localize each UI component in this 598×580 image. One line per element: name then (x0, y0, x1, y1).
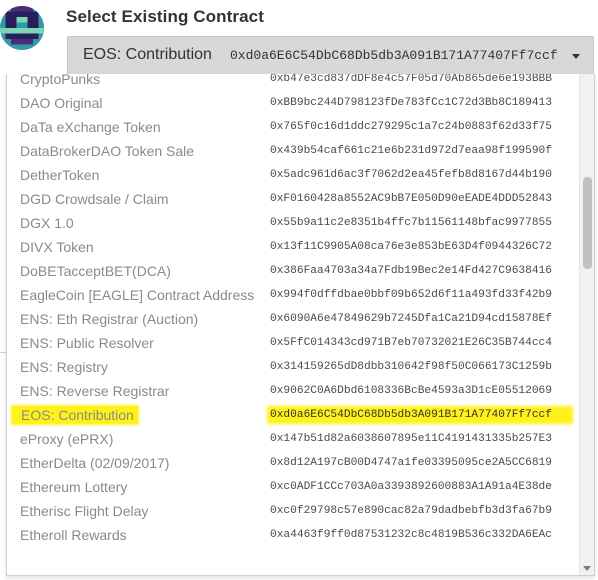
page-title: Select Existing Contract (66, 7, 264, 26)
contract-address: 0x13f11C9905A08ca76e3e853bE63D4f0944326C… (270, 241, 552, 253)
contract-name: EagleCoin [EAGLE] Contract Address (20, 287, 255, 303)
list-item[interactable]: DetherToken 0x5adc961d6ac3f7062d2ea45fef… (7, 164, 579, 188)
list-item[interactable]: Etherisc Flight Delay 0xc0f29798c57e890c… (7, 500, 579, 524)
list-item[interactable] (7, 548, 579, 572)
contract-address: 0x5adc961d6ac3f7062d2ea45fefb8d8167d44b1… (270, 169, 552, 181)
contract-address: 0x439b54caf661c21e6b231d972d7eaa98f19959… (270, 145, 552, 157)
contract-name: eProxy (ePRX) (20, 431, 114, 447)
list-item[interactable]: DIVX Token 0x13f11C9905A08ca76e3e853bE63… (7, 236, 579, 260)
list-item[interactable]: DAO Original 0xBB9bc244D798123fDe783fCc1… (7, 92, 579, 116)
contract-name: ENS: Public Resolver (20, 335, 154, 351)
list-item[interactable]: EtherDelta (02/09/2017) 0x8d12A197cB00D4… (7, 452, 579, 476)
contract-address: 0x147b51d82a6038607895e11C4191431335b257… (270, 433, 552, 445)
scrollbar-thumb[interactable] (583, 177, 592, 269)
list-item[interactable]: CryptoPunks 0xb47e3cd837dDF8e4c57F05d70A… (7, 74, 579, 92)
contract-name: DetherToken (20, 167, 100, 183)
contract-name: DaTa eXchange Token (20, 119, 161, 135)
list-item[interactable]: DaTa eXchange Token 0x765f0c16d1ddc27929… (7, 116, 579, 140)
avatar (0, 6, 44, 50)
caret-down-icon[interactable] (572, 54, 580, 59)
contract-name: Etherisc Flight Delay (20, 503, 149, 519)
contract-address: 0x6090A6e47849629b7245Dfa1Ca21D94cd15878… (270, 313, 552, 325)
list-item[interactable]: ENS: Eth Registrar (Auction) 0x6090A6e47… (7, 308, 579, 332)
list-item[interactable]: DoBETacceptBET(DCA) 0x386Faa4703a34a7Fdb… (7, 260, 579, 284)
contract-address: 0x5FfC014343cd971B7eb70732021E26C35B744c… (270, 337, 552, 349)
contract-address: 0xF0160428a8552AC9bB7E050D90eEADE4DDD528… (270, 193, 552, 205)
list-item-highlighted[interactable]: EOS: Contribution 0xd0a6E6C54DbC68Db5db3… (7, 404, 579, 428)
list-item[interactable]: ENS: Registry 0x314159265dD8dbb310642f98… (7, 356, 579, 380)
contract-name: CryptoPunks (20, 74, 101, 87)
contract-dropdown-list[interactable]: CryptoPunks 0xb47e3cd837dDF8e4c57F05d70A… (6, 74, 595, 576)
contract-address: 0xb47e3cd837dDF8e4c57F05d70Ab865de6e193B… (270, 74, 552, 85)
list-item[interactable]: DGD Crowdsale / Claim 0xF0160428a8552AC9… (7, 188, 579, 212)
contract-options: CryptoPunks 0xb47e3cd837dDF8e4c57F05d70A… (7, 74, 579, 572)
contract-address: 0xBB9bc244D798123fDe783fCc1C72d3Bb8C1894… (270, 97, 552, 109)
contract-address: 0x386Faa4703a34a7Fdb19Bec2e14Fd427C96384… (270, 265, 552, 277)
scrollbar[interactable] (579, 74, 594, 575)
contract-select[interactable]: EOS: Contribution 0xd0a6E6C54DbC68Db5db3… (67, 36, 594, 74)
list-item[interactable]: DataBrokerDAO Token Sale 0x439b54caf661c… (7, 140, 579, 164)
list-item[interactable]: Ethereum Lottery 0xc0ADF1CCc703A0a339389… (7, 476, 579, 500)
list-item[interactable]: EagleCoin [EAGLE] Contract Address 0x994… (7, 284, 579, 308)
contract-name: Ethereum Lottery (20, 479, 128, 495)
contract-address: 0x55b9a11c2e8351b4ffc7b11561148bfac99778… (270, 217, 552, 229)
list-item[interactable]: eProxy (ePRX) 0x147b51d82a6038607895e11C… (7, 428, 579, 452)
contract-address: 0xc0f29798c57e890cac82a79dadbebfb3d3fa67… (270, 505, 552, 517)
selected-contract-name: EOS: Contribution (83, 46, 212, 63)
contract-address: 0x9062C0A6Dbd6108336BcBe4593a3D1cE055120… (270, 385, 552, 397)
contract-address: 0xd0a6E6C54DbC68Db5db3A091B171A77407Ff7c… (270, 409, 570, 421)
contract-name: DAO Original (20, 95, 103, 111)
contract-name: DGX 1.0 (20, 215, 74, 231)
contract-address: 0xa4463f9ff0d87531232c8c4819B536c332DA6E… (270, 529, 552, 541)
contract-name: ENS: Reverse Registrar (20, 383, 170, 399)
contract-address: 0x994f0dffdbae0bbf09b652d6f11a493fd33f42… (270, 289, 552, 301)
contract-name: DGD Crowdsale / Claim (20, 191, 169, 207)
contract-name: EOS: Contribution (13, 407, 137, 423)
list-item[interactable]: Etheroll Rewards 0xa4463f9ff0d87531232c8… (7, 524, 579, 548)
contract-name: DataBrokerDAO Token Sale (20, 143, 195, 159)
selected-contract-address: 0xd0a6E6C54DbC68Db5db3A091B171A77407Ff7c… (230, 48, 558, 63)
contract-name: Etheroll Rewards (20, 527, 127, 543)
contract-name: DIVX Token (20, 239, 94, 255)
contract-name: DoBETacceptBET(DCA) (20, 263, 171, 279)
scroll-down-arrow-icon[interactable] (583, 566, 591, 571)
contract-name: EtherDelta (02/09/2017) (20, 455, 170, 471)
list-item[interactable]: ENS: Public Resolver 0x5FfC014343cd971B7… (7, 332, 579, 356)
contract-address: 0x314159265dD8dbb310642f98f50C066173C125… (270, 361, 552, 373)
list-item[interactable]: ENS: Reverse Registrar 0x9062C0A6Dbd6108… (7, 380, 579, 404)
contract-address: 0xc0ADF1CCc703A0a3393892600883A1A91a4E38… (270, 481, 552, 493)
identicon-avatar (0, 6, 44, 50)
contract-address: 0x8d12A197cB00D4747a1fe03395095ce2A5CC68… (270, 457, 552, 469)
contract-name: ENS: Registry (20, 359, 108, 375)
list-item[interactable]: DGX 1.0 0x55b9a11c2e8351b4ffc7b11561148b… (7, 212, 579, 236)
contract-address: 0x765f0c16d1ddc279295c1a7c24b0883f62d33f… (270, 121, 552, 133)
contract-name: ENS: Eth Registrar (Auction) (20, 311, 199, 327)
